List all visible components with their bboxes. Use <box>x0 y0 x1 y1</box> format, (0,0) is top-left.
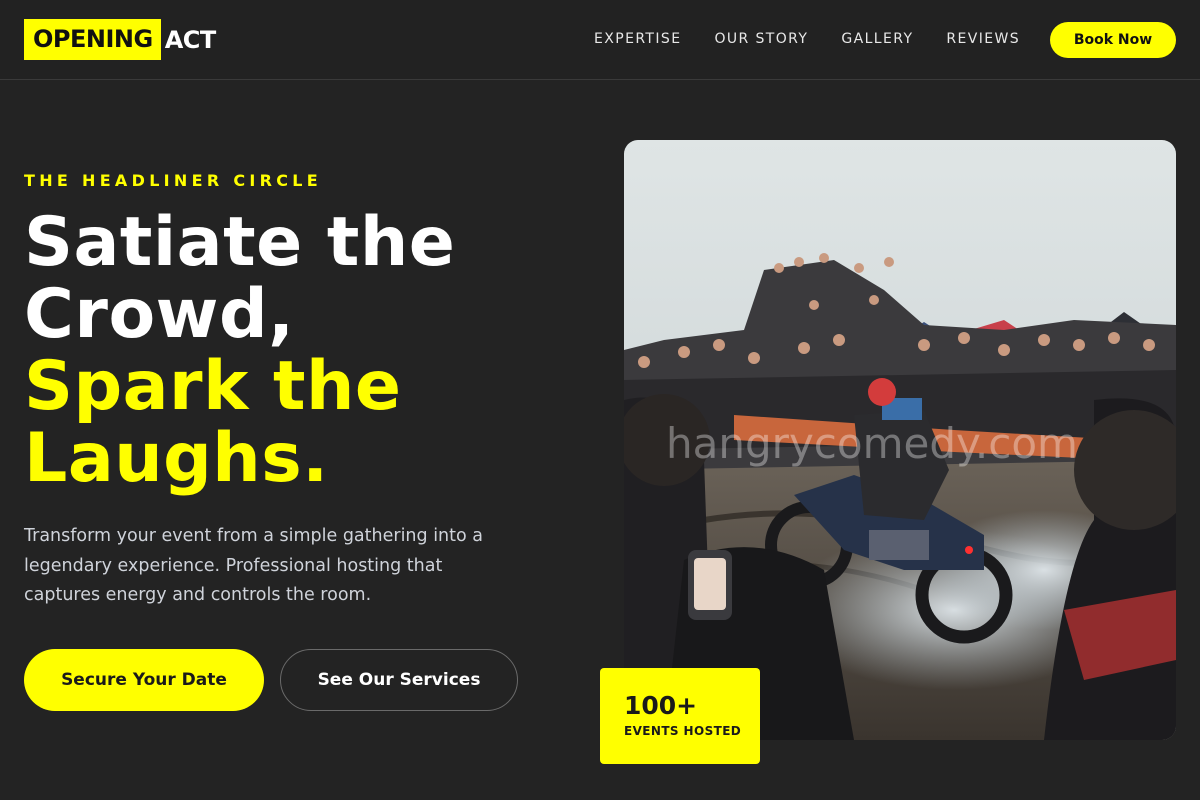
book-now-button[interactable]: Book Now <box>1050 22 1176 58</box>
hero-description: Transform your event from a simple gathe… <box>24 526 484 605</box>
nav-gallery[interactable]: GALLERY <box>841 30 913 48</box>
logo-text: ACT <box>164 25 217 54</box>
secure-date-button[interactable]: Secure Your Date <box>24 649 264 711</box>
see-services-button[interactable]: See Our Services <box>280 649 518 711</box>
headline-line-1: Satiate the <box>24 203 456 282</box>
nav-reviews[interactable]: REVIEWS <box>946 30 1020 48</box>
stat-value: 100+ <box>624 691 698 720</box>
stat-card: 100+ EVENTS HOSTED <box>600 668 760 764</box>
hero-headline: Satiate the Crowd, Spark the Laughs. <box>24 207 584 495</box>
headline-line-2: Crowd, <box>24 275 295 354</box>
hero-photo-illustration: hangrycomedy.com <box>624 140 1176 740</box>
logo-highlight: OPENING <box>24 19 161 60</box>
nav-our-story[interactable]: OUR STORY <box>714 30 808 48</box>
logo[interactable]: OPENING ACT <box>24 19 216 60</box>
hero-image: hangrycomedy.com <box>624 140 1176 740</box>
headline-line-3: Spark the <box>24 347 402 426</box>
main-nav: EXPERTISE OUR STORY GALLERY REVIEWS <box>594 30 1020 48</box>
nav-expertise[interactable]: EXPERTISE <box>594 30 681 48</box>
hero-eyebrow: THE HEADLINER CIRCLE <box>24 171 323 190</box>
stat-label: EVENTS HOSTED <box>624 724 742 738</box>
headline-line-4: Laughs. <box>24 419 329 498</box>
site-header: OPENING ACT EXPERTISE OUR STORY GALLERY … <box>0 0 1200 80</box>
image-watermark: hangrycomedy.com <box>666 419 1078 468</box>
